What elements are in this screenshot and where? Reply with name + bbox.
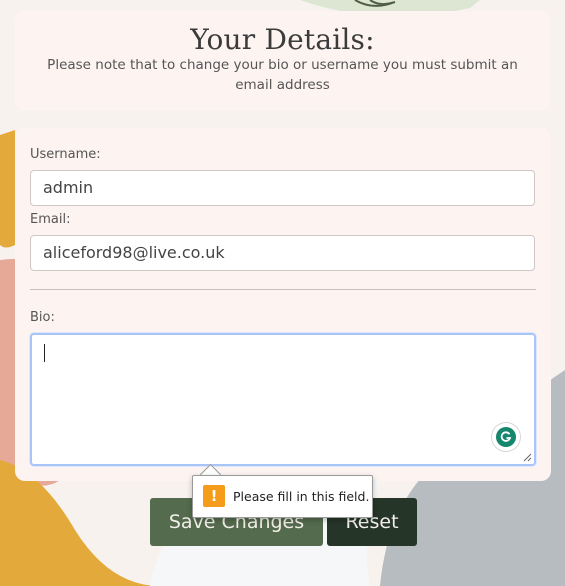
username-label: Username:: [30, 147, 101, 162]
form-divider: [30, 289, 536, 290]
grammarly-icon[interactable]: [492, 423, 520, 451]
email-input[interactable]: aliceford98@live.co.uk: [30, 235, 535, 271]
email-label: Email:: [30, 212, 71, 227]
text-caret: [44, 344, 45, 362]
details-header-card: Your Details: Please note that to change…: [15, 11, 550, 111]
mustard-left-blob: [0, 130, 15, 248]
warning-icon: !: [203, 485, 225, 507]
username-input[interactable]: admin: [30, 170, 535, 206]
validation-tooltip: ! Please fill in this field.: [192, 475, 373, 518]
page-note: Please note that to change your bio or u…: [47, 57, 518, 93]
bio-textarea[interactable]: [30, 333, 536, 466]
resize-grip-icon[interactable]: [522, 452, 532, 462]
page-title: Your Details:: [190, 23, 375, 56]
details-form: Username: admin Email: aliceford98@live.…: [15, 128, 551, 481]
validation-message: Please fill in this field.: [233, 489, 370, 504]
bio-label: Bio:: [30, 310, 55, 325]
